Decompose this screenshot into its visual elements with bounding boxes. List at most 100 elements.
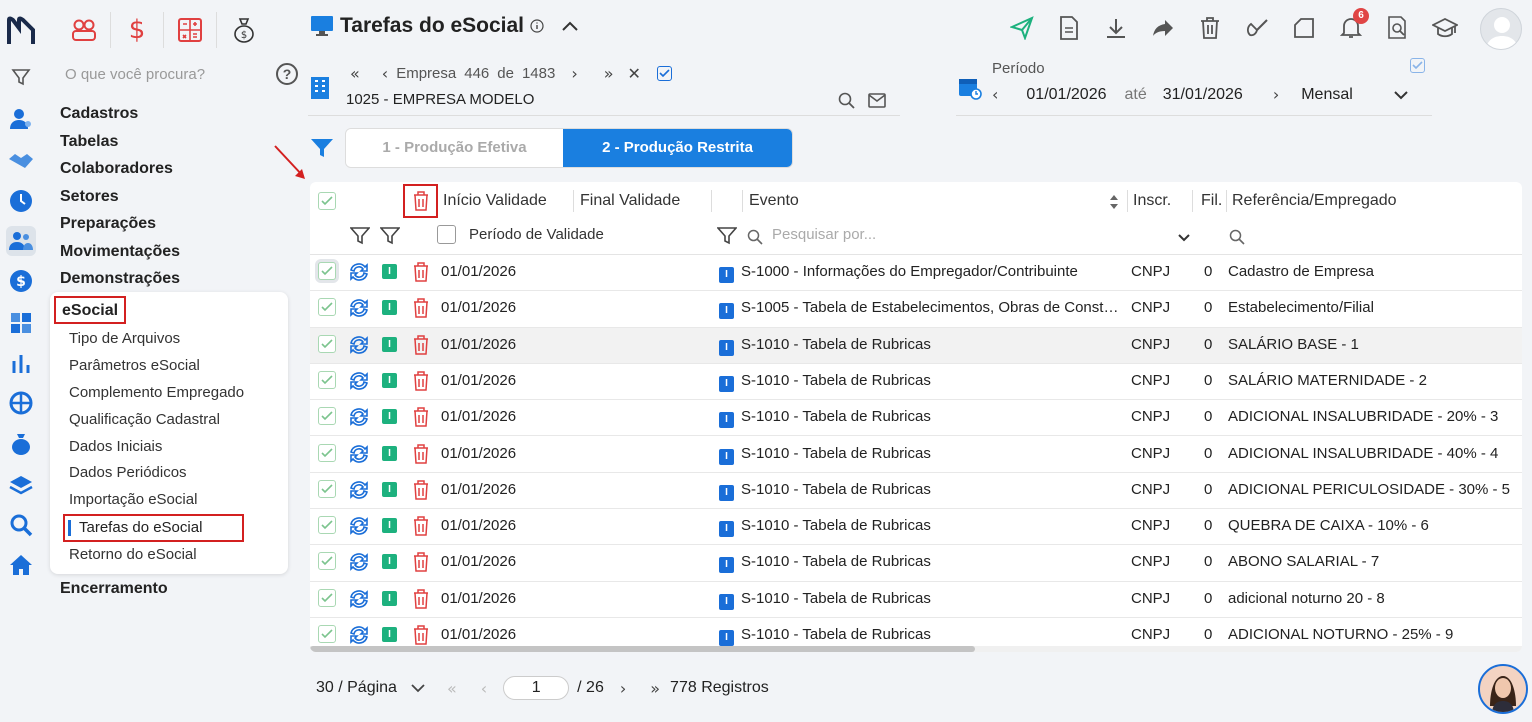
chevron-down-icon[interactable] bbox=[411, 683, 425, 693]
row-checkbox[interactable] bbox=[318, 552, 336, 571]
table-row[interactable]: I 01/01/2026 I S-1010 - Tabela de Rubricas C… bbox=[310, 545, 1522, 582]
sync-icon[interactable] bbox=[348, 588, 370, 610]
period-start[interactable]: 01/01/2026 bbox=[1026, 86, 1106, 104]
dollar-module-icon[interactable]: $ bbox=[111, 12, 164, 48]
sync-icon[interactable] bbox=[348, 370, 370, 392]
delete-row-icon[interactable] bbox=[413, 588, 429, 609]
row-checkbox[interactable] bbox=[318, 516, 336, 535]
submenu-item-qualificacao[interactable]: Qualificação Cadastral bbox=[69, 407, 244, 434]
col-inicio-validade[interactable]: Início Validade bbox=[443, 192, 547, 210]
sort-icon[interactable] bbox=[1108, 193, 1120, 211]
row-checkbox[interactable] bbox=[318, 370, 336, 389]
sync-icon[interactable] bbox=[348, 479, 370, 501]
bell-icon[interactable]: 6 bbox=[1337, 8, 1369, 42]
submenu-item-complemento[interactable]: Complemento Empregado bbox=[69, 380, 244, 407]
next-page-button[interactable]: › bbox=[620, 679, 626, 698]
first-page-button[interactable]: « bbox=[447, 679, 457, 698]
submenu-item-parametros[interactable]: Parâmetros eSocial bbox=[69, 353, 244, 380]
close-icon[interactable]: ✕ bbox=[628, 64, 641, 83]
menu-item-esocial[interactable]: eSocial bbox=[54, 296, 127, 324]
download-icon[interactable] bbox=[1102, 14, 1130, 42]
per-page-select[interactable]: 30 / Página bbox=[316, 679, 397, 697]
users-icon[interactable] bbox=[6, 226, 36, 256]
user-avatar[interactable] bbox=[1480, 8, 1522, 50]
user-settings-icon[interactable] bbox=[6, 104, 36, 134]
menu-item-colaboradores[interactable]: Colaboradores bbox=[60, 155, 290, 183]
horizontal-scrollbar[interactable] bbox=[310, 646, 1522, 652]
submenu-item-dados-iniciais[interactable]: Dados Iniciais bbox=[69, 434, 244, 461]
search-document-icon[interactable] bbox=[1384, 14, 1412, 42]
period-checkbox[interactable] bbox=[1410, 58, 1425, 73]
graduation-cap-icon[interactable] bbox=[1431, 14, 1459, 42]
row-checkbox[interactable] bbox=[318, 334, 336, 353]
search-icon[interactable] bbox=[1229, 229, 1245, 245]
delete-row-icon[interactable] bbox=[413, 334, 429, 355]
next-period-button[interactable]: › bbox=[1273, 85, 1279, 104]
scrollbar-thumb[interactable] bbox=[310, 646, 975, 652]
filter-icon[interactable] bbox=[717, 227, 737, 245]
delete-row-icon[interactable] bbox=[413, 443, 429, 464]
col-referencia[interactable]: Referência/Empregado bbox=[1232, 192, 1397, 210]
row-checkbox[interactable] bbox=[318, 443, 336, 462]
delete-row-icon[interactable] bbox=[413, 371, 429, 391]
dollar-icon[interactable]: $ bbox=[6, 266, 36, 296]
chevron-up-icon[interactable] bbox=[560, 19, 580, 33]
evento-search-input[interactable]: Pesquisar por... bbox=[772, 226, 876, 243]
table-row[interactable]: I 01/01/2026 I S-1000 - Informações do Empr… bbox=[310, 255, 1522, 292]
sync-icon[interactable] bbox=[348, 297, 370, 319]
submenu-item-dados-periodicos[interactable]: Dados Periódicos bbox=[69, 460, 244, 487]
menu-item-movimentacoes[interactable]: Movimentações bbox=[60, 238, 290, 266]
sync-icon[interactable] bbox=[348, 443, 370, 465]
last-company-button[interactable]: » bbox=[604, 64, 614, 83]
submenu-item-importacao[interactable]: Importação eSocial bbox=[69, 487, 244, 514]
sync-icon[interactable] bbox=[348, 515, 370, 537]
layers-icon[interactable] bbox=[6, 470, 36, 500]
chevron-down-icon[interactable] bbox=[1393, 90, 1409, 100]
period-frequency[interactable]: Mensal bbox=[1301, 86, 1353, 104]
menu-item-encerramento[interactable]: Encerramento bbox=[60, 580, 168, 598]
growth-icon[interactable] bbox=[6, 348, 36, 378]
menu-item-tabelas[interactable]: Tabelas bbox=[60, 128, 290, 156]
table-row[interactable]: I 01/01/2026 I S-1010 - Tabela de Rubricas C… bbox=[310, 509, 1522, 546]
row-checkbox[interactable] bbox=[318, 298, 336, 317]
row-checkbox[interactable] bbox=[318, 479, 336, 498]
info-icon[interactable] bbox=[530, 19, 544, 33]
first-company-button[interactable]: « bbox=[350, 64, 360, 83]
clean-icon[interactable] bbox=[1243, 14, 1271, 42]
row-checkbox[interactable] bbox=[318, 262, 336, 280]
row-checkbox[interactable] bbox=[318, 625, 336, 643]
delete-row-icon[interactable] bbox=[413, 262, 429, 282]
filter-icon[interactable] bbox=[350, 227, 370, 245]
money-bag-icon[interactable] bbox=[6, 428, 36, 458]
next-company-button[interactable]: › bbox=[571, 64, 577, 83]
calculator-module-icon[interactable] bbox=[164, 12, 217, 48]
network-icon[interactable] bbox=[6, 388, 36, 418]
prev-page-button[interactable]: ‹ bbox=[481, 679, 487, 698]
col-fil[interactable]: Fil. bbox=[1201, 192, 1222, 210]
forward-icon[interactable] bbox=[1149, 14, 1177, 42]
filter-icon[interactable] bbox=[380, 227, 400, 245]
menu-item-setores[interactable]: Setores bbox=[60, 183, 290, 211]
table-row[interactable]: I 01/01/2026 I S-1010 - Tabela de Rubricas C… bbox=[310, 400, 1522, 437]
handshake-icon[interactable] bbox=[6, 146, 36, 176]
sync-icon[interactable] bbox=[348, 334, 370, 356]
periodo-validade-checkbox[interactable] bbox=[437, 225, 456, 244]
table-row[interactable]: I 01/01/2026 I S-1010 - Tabela de Rubricas C… bbox=[310, 437, 1522, 473]
company-checkbox[interactable] bbox=[656, 66, 672, 81]
tab-producao-efetiva[interactable]: 1 - Produção Efetiva bbox=[346, 129, 563, 167]
menu-item-cadastros[interactable]: Cadastros bbox=[60, 100, 290, 128]
mail-icon[interactable] bbox=[868, 93, 886, 108]
submenu-item-tarefas[interactable]: Tarefas do eSocial bbox=[63, 514, 245, 543]
chevron-down-icon[interactable] bbox=[1178, 234, 1190, 242]
document-icon[interactable] bbox=[1055, 14, 1083, 42]
page-input[interactable]: 1 bbox=[503, 676, 570, 700]
select-all-checkbox[interactable] bbox=[318, 192, 336, 210]
calculator-icon[interactable] bbox=[6, 308, 36, 338]
table-row[interactable]: I 01/01/2026 I S-1010 - Tabela de Rubricas C… bbox=[310, 582, 1522, 618]
delete-row-icon[interactable] bbox=[413, 480, 429, 500]
company-search-icon[interactable] bbox=[838, 92, 856, 110]
sync-icon[interactable] bbox=[348, 551, 370, 573]
col-final-validade[interactable]: Final Validade bbox=[580, 192, 680, 210]
trash-icon[interactable] bbox=[1196, 14, 1224, 42]
delete-row-icon[interactable] bbox=[413, 407, 429, 427]
